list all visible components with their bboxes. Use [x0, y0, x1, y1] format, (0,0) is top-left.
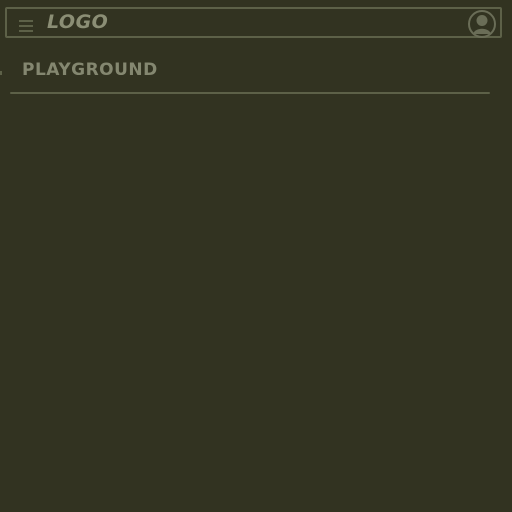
user-avatar-icon[interactable] [468, 10, 496, 38]
left-edge-marker [0, 71, 2, 75]
app-logo[interactable]: LOGO [47, 11, 108, 33]
page-title: PLAYGROUND [22, 60, 158, 80]
hamburger-menu-icon[interactable] [19, 17, 33, 32]
top-navigation-bar: LOGO [5, 7, 502, 38]
app-page: LOGO PLAYGROUND [0, 0, 512, 512]
title-divider [10, 92, 490, 94]
